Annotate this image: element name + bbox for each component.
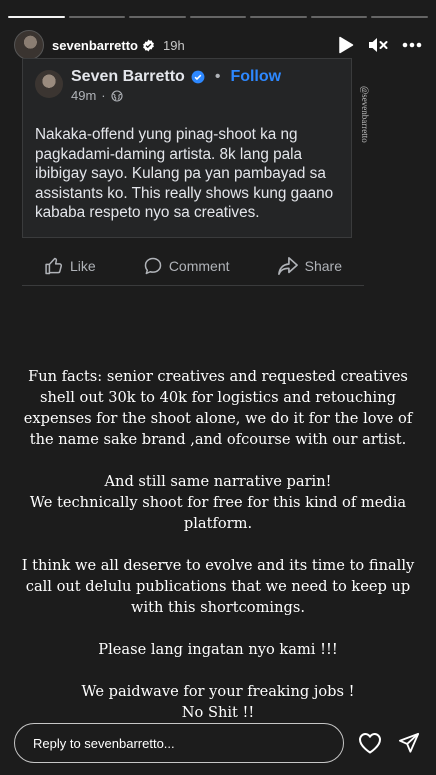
play-icon[interactable]	[338, 36, 354, 54]
caption-line: And still same narrative parin!	[104, 473, 332, 490]
post-timestamp: 49m	[71, 88, 97, 103]
like-button[interactable]: Like	[44, 256, 96, 276]
send-icon[interactable]	[398, 732, 420, 754]
username-watermark: @sevenbarretto	[356, 86, 376, 196]
caption-line: No Shit !!	[181, 704, 255, 721]
caption-line: We paidwave for your freaking jobs !	[81, 683, 355, 700]
share-arrow-icon	[277, 256, 299, 276]
post-actions-bar: Like Comment Share	[22, 246, 364, 286]
post-author-avatar	[35, 70, 63, 98]
progress-segment	[129, 16, 186, 18]
follow-button[interactable]: Follow	[230, 68, 281, 86]
verified-badge-icon	[142, 39, 155, 52]
caption-paragraph: We paidwave for your freaking jobs ! No …	[14, 681, 422, 723]
heart-icon[interactable]	[358, 732, 382, 754]
reply-placeholder: Reply to sevenbarretto...	[33, 735, 175, 751]
progress-segment	[68, 16, 126, 18]
caption-line: We technically shoot for free for this k…	[29, 494, 407, 532]
globe-icon	[111, 89, 123, 102]
separator-dot: •	[214, 68, 221, 85]
caption-paragraph: Please lang ingatan nyo kami !!!	[98, 641, 338, 658]
thumbs-up-icon	[44, 256, 64, 276]
comment-button[interactable]: Comment	[143, 256, 230, 276]
share-button[interactable]: Share	[277, 256, 342, 276]
story-header: sevenbarretto 19h	[14, 28, 422, 62]
progress-segment	[8, 16, 65, 18]
watermark-text: @sevenbarretto	[360, 86, 370, 143]
post-body-text: Nakaka-offend yung pinag-shoot ka ng pag…	[35, 126, 334, 221]
story-caption: Fun facts: senior creatives and requeste…	[14, 366, 422, 744]
comment-bubble-icon	[143, 256, 163, 276]
avatar[interactable]	[14, 30, 44, 60]
story-timestamp: 19h	[162, 37, 185, 53]
post-author-name: Seven Barretto	[71, 68, 185, 85]
caption-paragraph: And still same narrative parin! We techn…	[14, 471, 422, 534]
reply-input[interactable]: Reply to sevenbarretto...	[14, 723, 344, 763]
share-label: Share	[304, 257, 342, 274]
progress-segment	[189, 16, 247, 18]
comment-label: Comment	[168, 257, 230, 274]
like-label: Like	[70, 257, 96, 274]
mute-icon[interactable]	[368, 36, 388, 54]
caption-paragraph: Fun facts: senior creatives and requeste…	[23, 368, 413, 448]
progress-segment	[310, 16, 368, 18]
story-footer: Reply to sevenbarretto...	[14, 722, 422, 764]
verified-badge-icon	[191, 70, 205, 84]
more-options-icon[interactable]	[402, 42, 422, 48]
shared-post-card[interactable]: Seven Barretto • Follow 49m · Nakaka-off…	[22, 58, 352, 238]
story-username[interactable]: sevenbarretto	[52, 38, 138, 53]
caption-paragraph: I think we all deserve to evolve and its…	[21, 557, 415, 616]
progress-segment	[250, 16, 307, 18]
progress-segment	[371, 16, 429, 18]
story-progress-bar	[8, 16, 429, 18]
